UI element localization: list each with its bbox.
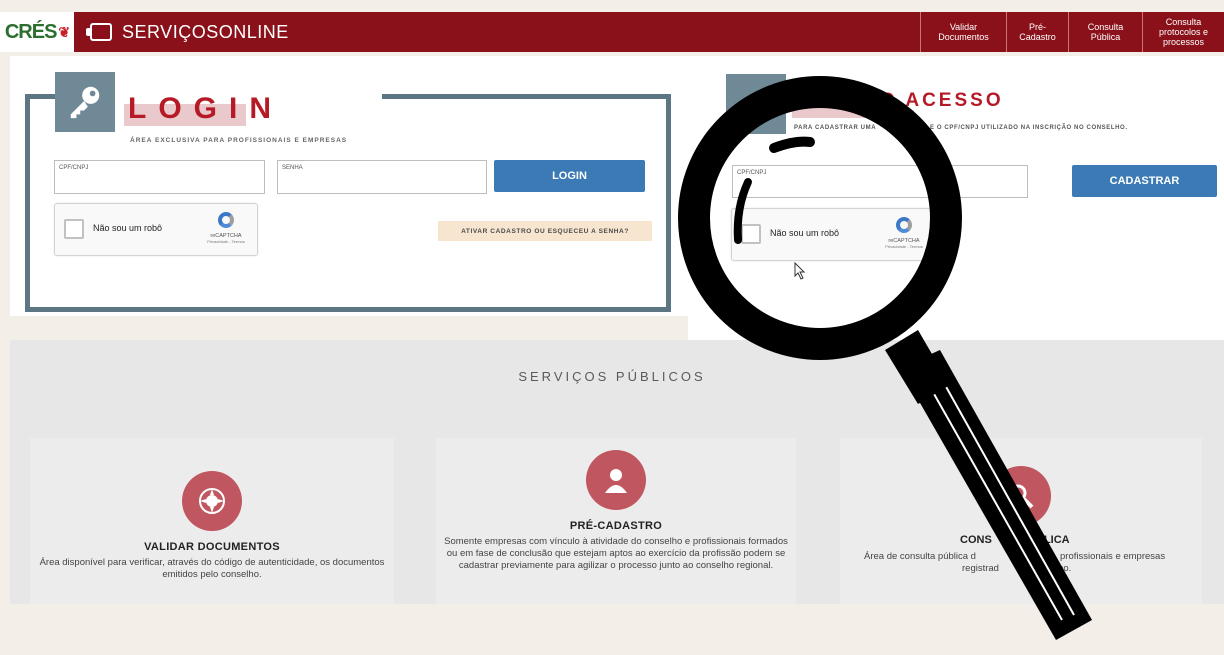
top-bar: CRÉS ❦ SERVIÇOSONLINE Validar Documentos… bbox=[0, 12, 1224, 52]
primeiro-title-highlight bbox=[792, 102, 882, 118]
recaptcha-badge: reCAPTCHA Privacidade - Termos bbox=[203, 212, 249, 244]
cpf-cnpj-label: CPF/CNPJ bbox=[59, 165, 89, 171]
recaptcha-icon bbox=[896, 217, 912, 233]
servicos-title: SERVIÇOS PÚBLICOS bbox=[518, 369, 706, 384]
nav-validar-documentos[interactable]: Validar Documentos bbox=[920, 12, 1006, 52]
recaptcha-login: Não sou um robô reCAPTCHA Privacidade - … bbox=[54, 203, 258, 256]
card-pre-cadastro[interactable]: PRÉ-CADASTRO Somente empresas com víncul… bbox=[436, 438, 796, 604]
card-title-left: CONS bbox=[960, 534, 992, 546]
recaptcha-icon bbox=[218, 212, 234, 228]
card-title: VALIDAR DOCUMENTOS bbox=[144, 541, 280, 553]
recaptcha-primeiro: Não sou um robô reCAPTCHA Privacidade - … bbox=[731, 208, 936, 261]
ativar-cadastro-link[interactable]: ATIVAR CADASTRO OU ESQUECEU A SENHA? bbox=[438, 221, 652, 241]
login-button[interactable]: LOGIN bbox=[494, 160, 645, 192]
primeiro-subtitle-right: E O CPF/CNPJ UTILIZADO NA INSCRIÇÃO NO C… bbox=[930, 125, 1128, 131]
login-subtitle: ÁREA EXCLUSIVA PARA PROFISSIONAIS E EMPR… bbox=[130, 137, 348, 144]
key-icon bbox=[70, 86, 100, 119]
cpf-cnpj-input[interactable]: CPF/CNPJ bbox=[54, 160, 265, 194]
card-text: Somente empresas com vínculo à atividade… bbox=[444, 536, 788, 571]
logo-text: CRÉS bbox=[4, 20, 58, 43]
primeiro-subtitle-left: PARA CADASTRAR UMA bbox=[794, 125, 877, 131]
brand-title: SERVIÇOSONLINE bbox=[122, 21, 289, 42]
nav-consulta-protocolos[interactable]: Consulta protocolos e processos bbox=[1142, 12, 1224, 52]
primeiro-cpf-input[interactable]: CPF/CNPJ bbox=[732, 165, 1028, 198]
card-text-line2-left: registrad bbox=[962, 563, 999, 574]
user-icon bbox=[586, 450, 646, 510]
key-icon-box bbox=[55, 72, 115, 132]
top-nav: Validar Documentos Pré-Cadastro Consulta… bbox=[920, 12, 1224, 52]
primeiro-acesso-title: O ACESSO bbox=[880, 90, 1004, 111]
card-text-line2-right: lho. bbox=[1056, 563, 1072, 574]
heart-logo-icon: ❦ bbox=[58, 23, 70, 40]
senha-label: SENHA bbox=[282, 165, 303, 171]
card-title-right: BLICA bbox=[1036, 534, 1070, 546]
login-title: LOGIN bbox=[128, 92, 283, 125]
cadastrar-button[interactable]: CADASTRAR bbox=[1072, 165, 1217, 197]
recaptcha-links-primeiro[interactable]: Privacidade - Termos bbox=[881, 244, 927, 249]
card-consulta-publica[interactable]: CONS BLICA Área de consulta pública d pr… bbox=[840, 438, 1202, 604]
senha-input[interactable]: SENHA bbox=[277, 160, 487, 194]
mouse-cursor-icon bbox=[794, 262, 806, 280]
card-text: Área disponível para verificar, através … bbox=[39, 557, 385, 580]
captcha-label-primeiro: Não sou um robô bbox=[770, 228, 840, 238]
nav-consulta-publica[interactable]: Consulta Pública bbox=[1068, 12, 1142, 52]
emblem-icon bbox=[182, 471, 242, 531]
brand: SERVIÇOSONLINE bbox=[86, 21, 289, 43]
lock-icon-box bbox=[726, 74, 786, 134]
search-icon bbox=[991, 466, 1051, 526]
recaptcha-badge-primeiro: reCAPTCHA Privacidade - Termos bbox=[881, 217, 927, 249]
captcha-checkbox[interactable] bbox=[64, 219, 84, 239]
captcha-label: Não sou um robô bbox=[93, 223, 163, 233]
card-text-right: profissionais e empresas bbox=[1060, 551, 1166, 562]
nav-pre-cadastro[interactable]: Pré-Cadastro bbox=[1006, 12, 1068, 52]
primeiro-cpf-label: CPF/CNPJ bbox=[737, 170, 767, 176]
recaptcha-links[interactable]: Privacidade - Termos bbox=[203, 239, 249, 244]
card-validar-documentos[interactable]: VALIDAR DOCUMENTOS Área disponível para … bbox=[30, 438, 394, 604]
card-title: PRÉ-CADASTRO bbox=[569, 520, 663, 532]
captcha-checkbox-primeiro[interactable] bbox=[741, 224, 761, 244]
computer-icon bbox=[86, 23, 112, 41]
card-text-left: Área de consulta pública d bbox=[864, 551, 976, 562]
cres-logo[interactable]: CRÉS ❦ bbox=[0, 12, 74, 52]
